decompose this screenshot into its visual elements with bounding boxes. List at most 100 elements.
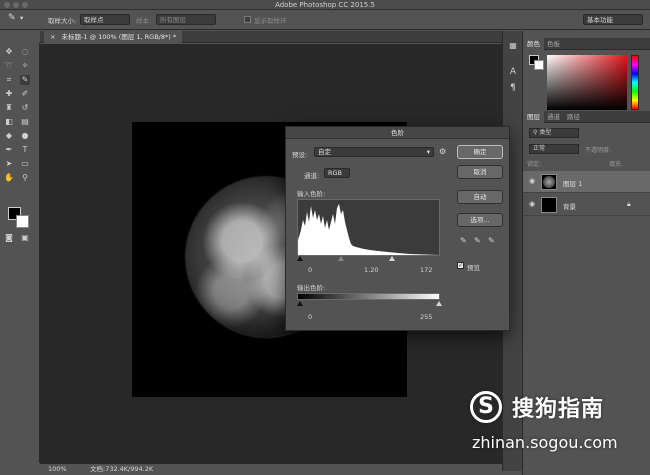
input-black-value[interactable]: 0 — [308, 266, 312, 274]
healing-brush-tool-icon[interactable]: ✚ — [4, 89, 14, 99]
watermark-url: zhinan.sogou.com — [472, 433, 618, 452]
output-gradient-bar — [297, 293, 440, 300]
clone-stamp-tool-icon[interactable]: ♜ — [4, 103, 14, 113]
lock-icon: 🔒︎ — [627, 200, 631, 208]
history-panel-icon[interactable]: ▦ — [508, 41, 518, 51]
tab-swatches[interactable]: 色板 — [543, 38, 564, 50]
cancel-button[interactable]: 取消 — [457, 165, 503, 179]
background-color-swatch[interactable] — [16, 215, 29, 228]
layer-row-background[interactable]: ◉ 背景 🔒︎ — [523, 194, 650, 216]
blend-mode-select[interactable]: 正常 — [529, 144, 579, 154]
hand-tool-icon[interactable]: ✋ — [4, 173, 14, 183]
document-tab[interactable]: × 未标题-1 @ 100% (图层 1, RGB/8*) * — [44, 31, 183, 43]
document-tab-label: 未标题-1 @ 100% (图层 1, RGB/8*) * — [61, 33, 177, 41]
histogram-graph — [298, 204, 439, 255]
visibility-eye-icon[interactable]: ◉ — [529, 200, 535, 208]
eyedropper-tool-icon[interactable]: ✎ — [8, 13, 16, 23]
tab-color[interactable]: 颜色 — [523, 38, 544, 50]
output-black-slider[interactable] — [297, 301, 303, 306]
auto-button[interactable]: 自动 — [457, 190, 503, 204]
ok-button[interactable]: 确定 — [457, 145, 503, 159]
sample-select[interactable]: 所有图层 — [156, 14, 216, 25]
sample-size-select[interactable]: 取样点 — [80, 14, 130, 25]
tools-panel: ✥ ◌ ➰ ✧ ⌗ ✎ ✚ ✐ ♜ ↺ ◧ ▤ ◆ ● ✒ T ➤ ▭ ✋ ⚲ … — [0, 43, 40, 463]
path-selection-tool-icon[interactable]: ➤ — [4, 159, 14, 169]
layer-name: 图层 1 — [563, 180, 583, 188]
layer-filter-select[interactable]: ⚲ 类型 — [529, 128, 579, 138]
history-brush-tool-icon[interactable]: ↺ — [20, 103, 30, 113]
lasso-tool-icon[interactable]: ➰ — [4, 61, 14, 71]
input-black-slider[interactable] — [297, 256, 303, 261]
type-tool-icon[interactable]: T — [20, 145, 30, 155]
layer-thumbnail — [541, 197, 557, 213]
tab-paths[interactable]: 路径 — [563, 111, 584, 123]
output-black-value[interactable]: 0 — [308, 313, 312, 321]
eraser-tool-icon[interactable]: ◧ — [4, 117, 14, 127]
eyedropper-tool-icon[interactable]: ✎ — [20, 75, 30, 85]
marquee-tool-icon[interactable]: ◌ — [20, 47, 30, 57]
input-white-slider[interactable] — [389, 256, 395, 261]
options-bar: ✎ ▾ 取样大小: 取样点 样本: 所有图层 显示取样环 基本功能 — [0, 10, 650, 30]
gray-point-eyedropper-icon[interactable]: ✎ — [474, 236, 481, 245]
sample-size-label: 取样大小: — [48, 17, 77, 25]
minimize-window-icon[interactable] — [13, 2, 19, 8]
chevron-down-icon: ▾ — [426, 148, 430, 156]
quick-mask-icon[interactable]: ◙ — [4, 233, 14, 243]
gradient-tool-icon[interactable]: ▤ — [20, 117, 30, 127]
magic-wand-tool-icon[interactable]: ✧ — [20, 61, 30, 71]
zoom-tool-icon[interactable]: ⚲ — [20, 173, 30, 183]
visibility-eye-icon[interactable]: ◉ — [529, 177, 535, 185]
preview-label: 预览 — [467, 264, 480, 272]
brush-tool-icon[interactable]: ✐ — [20, 89, 30, 99]
tab-channels[interactable]: 通道 — [543, 111, 564, 123]
input-levels-label: 输入色阶: — [297, 190, 326, 198]
zoom-window-icon[interactable] — [22, 2, 28, 8]
fill-label: 填充: — [609, 161, 624, 168]
paragraph-panel-icon[interactable]: ¶ — [508, 83, 518, 93]
pen-tool-icon[interactable]: ✒ — [4, 145, 14, 155]
color-picker-field[interactable] — [547, 55, 627, 110]
white-point-eyedropper-icon[interactable]: ✎ — [488, 236, 495, 245]
dodge-tool-icon[interactable]: ● — [20, 131, 30, 141]
options-button[interactable]: 选项... — [457, 213, 503, 227]
show-sampling-ring-label: 显示取样环 — [254, 17, 287, 25]
preset-select[interactable]: 自定 ▾ — [314, 147, 434, 157]
channel-value: RGB — [328, 169, 343, 177]
output-white-slider[interactable] — [436, 301, 442, 306]
blur-tool-icon[interactable]: ◆ — [4, 131, 14, 141]
tab-close-icon[interactable]: × — [50, 33, 55, 41]
move-tool-icon[interactable]: ✥ — [4, 47, 14, 57]
zoom-level[interactable]: 100% — [48, 464, 67, 475]
workspace-value: 基本功能 — [587, 16, 613, 24]
output-levels-label: 输出色阶: — [297, 284, 326, 292]
preset-options-gear-icon[interactable]: ⚙ — [439, 147, 446, 156]
black-point-eyedropper-icon[interactable]: ✎ — [460, 236, 467, 245]
hue-slider[interactable] — [631, 55, 639, 110]
rectangle-tool-icon[interactable]: ▭ — [20, 159, 30, 169]
input-gamma-slider[interactable] — [338, 256, 344, 261]
channel-select[interactable]: RGB — [324, 168, 350, 178]
output-white-value[interactable]: 255 — [420, 313, 432, 321]
sample-label: 样本: — [136, 17, 152, 25]
levels-dialog-title: 色阶 — [286, 127, 509, 139]
layer-row-layer1[interactable]: ◉ 图层 1 — [523, 171, 650, 193]
document-info: 文档:732.4K/994.2K — [90, 465, 154, 473]
character-panel-icon[interactable]: A — [508, 67, 518, 77]
close-window-icon[interactable] — [4, 2, 10, 8]
tool-preset-chevron-icon[interactable]: ▾ — [20, 14, 23, 22]
input-white-value[interactable]: 172 — [420, 266, 432, 274]
preset-label: 预设: — [292, 151, 308, 159]
color-panel-tabs: 颜色 色板 — [523, 38, 650, 50]
layers-panel-tabs: 图层 通道 路径 — [523, 111, 650, 123]
screen-mode-icon[interactable]: ▣ — [20, 233, 30, 243]
layer-thumbnail — [541, 174, 557, 190]
show-sampling-ring-checkbox[interactable] — [244, 16, 251, 23]
status-bar: 100% 文档:732.4K/994.2K — [40, 463, 510, 475]
app-title: Adobe Photoshop CC 2015.5 — [275, 1, 375, 9]
panel-background-swatch[interactable] — [534, 60, 544, 70]
tab-layers[interactable]: 图层 — [523, 111, 544, 123]
workspace-select[interactable]: 基本功能 — [583, 14, 643, 25]
preview-checkbox[interactable]: ✓ — [457, 262, 464, 269]
input-gamma-value[interactable]: 1.20 — [364, 266, 378, 274]
crop-tool-icon[interactable]: ⌗ — [4, 75, 14, 85]
